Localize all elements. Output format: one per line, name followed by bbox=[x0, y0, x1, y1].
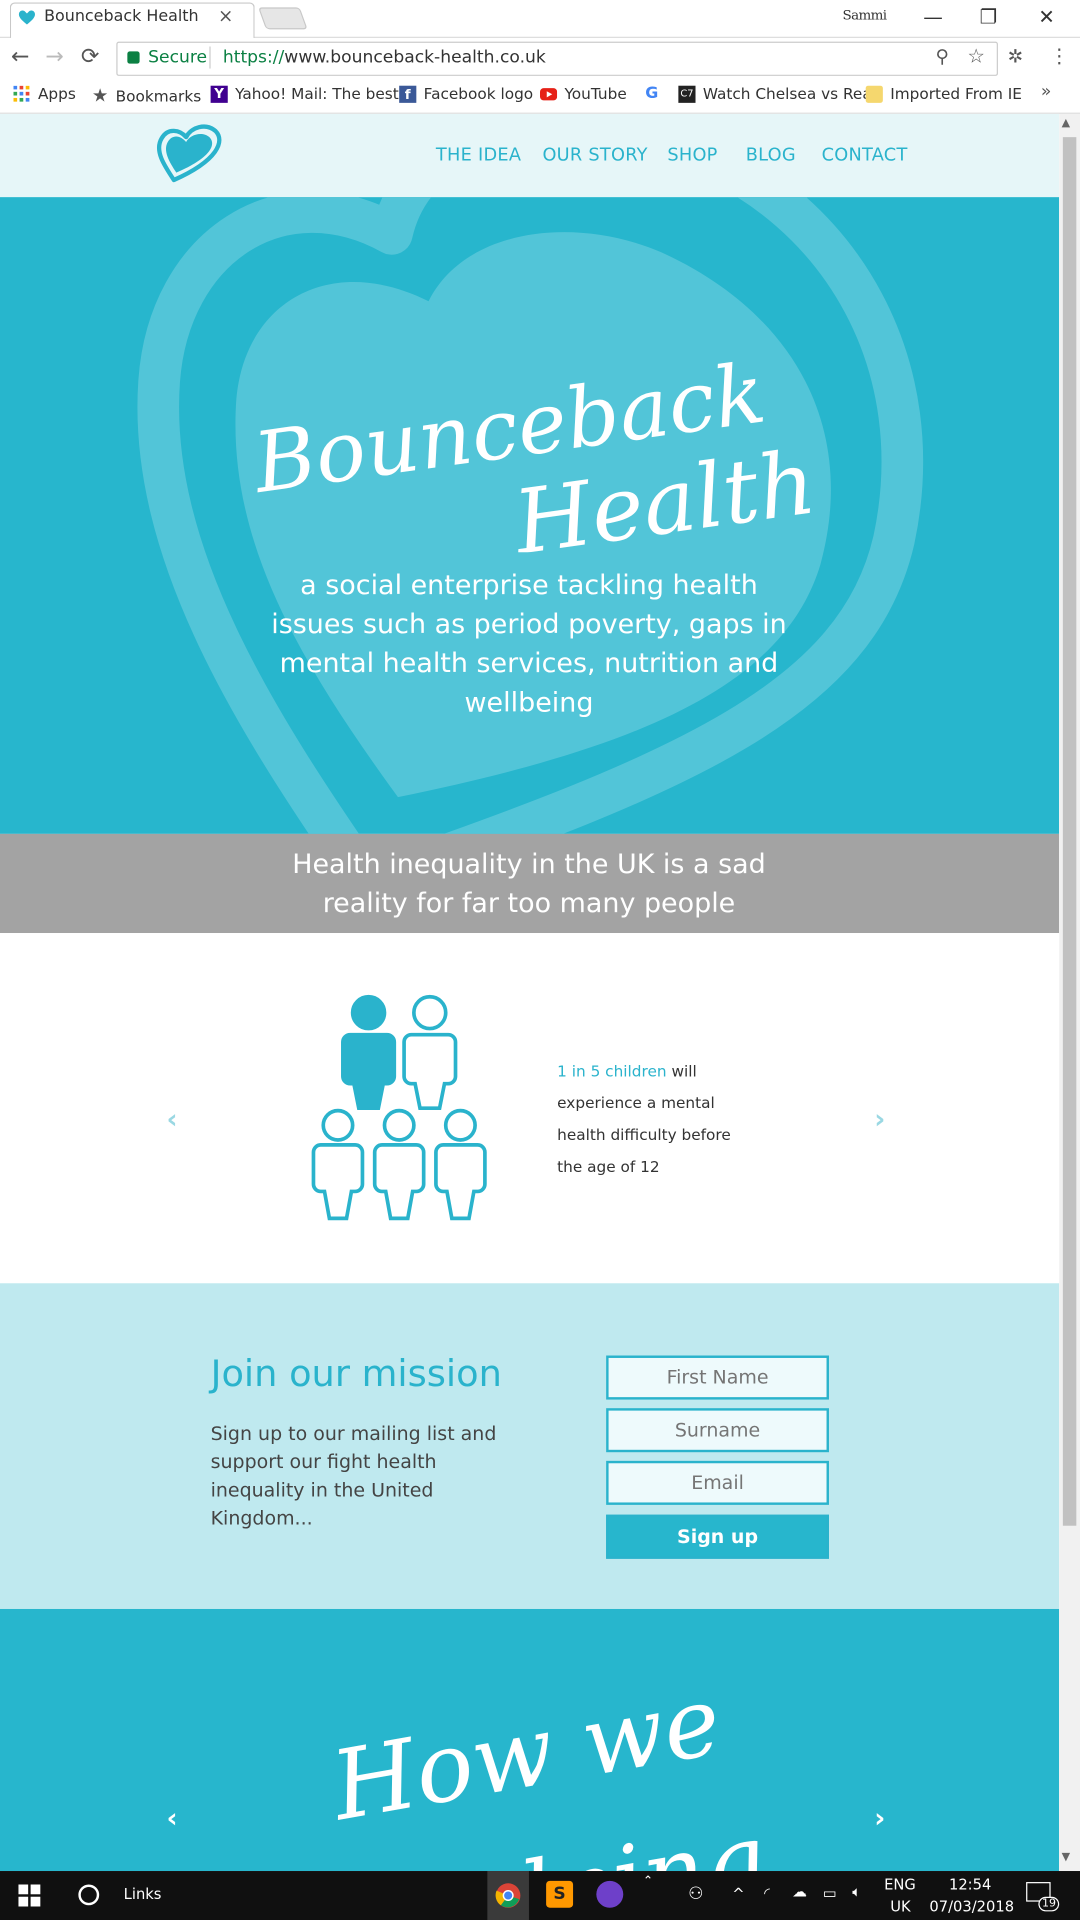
bookmark-label: Apps bbox=[37, 84, 76, 103]
url-host: www.bounceback-health.co.uk bbox=[284, 47, 546, 68]
stat-carousel bbox=[0, 933, 1060, 1284]
forward-icon[interactable]: → bbox=[45, 45, 63, 69]
stat-highlight: 1 in 5 children bbox=[557, 1061, 667, 1081]
carousel-prev-arrow-icon[interactable]: ‹ bbox=[167, 1104, 178, 1135]
children-figures-icon bbox=[311, 994, 487, 1221]
chrome-icon bbox=[495, 1883, 521, 1908]
volume-icon[interactable]: 🔈︎ bbox=[852, 1883, 861, 1901]
cortana-icon[interactable] bbox=[78, 1884, 100, 1906]
apps-grid-icon bbox=[13, 85, 30, 102]
stat-text: 1 in 5 children will experience a mental… bbox=[557, 1056, 741, 1183]
show-hidden-icons-icon[interactable]: ^ bbox=[732, 1886, 744, 1903]
bookmark-star-icon[interactable]: ☆ bbox=[967, 44, 985, 67]
nav-contact[interactable]: CONTACT bbox=[822, 146, 908, 166]
bookmark-label: Watch Chelsea vs Rea bbox=[702, 84, 872, 103]
hero-section: Bounceback Health a social enterprise ta… bbox=[0, 197, 1060, 834]
hero-title: Bounceback Health bbox=[246, 344, 821, 552]
windows-start-icon[interactable] bbox=[18, 1884, 41, 1907]
carousel-next-arrow-icon[interactable]: › bbox=[874, 1104, 885, 1135]
surname-field[interactable] bbox=[606, 1408, 829, 1453]
heart-logo-icon[interactable] bbox=[156, 124, 223, 188]
url-text[interactable]: https://www.bounceback-health.co.uk bbox=[223, 48, 546, 68]
google-icon: G bbox=[645, 84, 659, 103]
scroll-down-icon[interactable]: ▼ bbox=[1062, 1851, 1070, 1863]
onedrive-icon[interactable]: ☁ bbox=[792, 1883, 807, 1900]
windows-taskbar bbox=[0, 1871, 1080, 1920]
star-icon: ★ bbox=[91, 84, 109, 107]
bookmark-facebook[interactable]: f Facebook logo bbox=[399, 84, 534, 103]
bookmark-chelsea[interactable]: C7 Watch Chelsea vs Rea bbox=[678, 84, 872, 103]
nav-the-idea[interactable]: THE IDEA bbox=[436, 146, 521, 166]
join-title: Join our mission bbox=[210, 1353, 502, 1396]
youtube-icon bbox=[540, 87, 558, 100]
sign-up-button[interactable]: Sign up bbox=[606, 1514, 829, 1559]
folder-icon bbox=[865, 85, 883, 103]
url-scheme: https:// bbox=[222, 47, 285, 68]
url-divider bbox=[209, 46, 211, 69]
battery-icon[interactable]: ▭ bbox=[823, 1884, 837, 1901]
page-viewport: THE IDEA OUR STORY SHOP BLOG CONTACT Bou… bbox=[0, 113, 1060, 1872]
scrollbar-thumb[interactable] bbox=[1062, 137, 1077, 1526]
bookmark-youtube[interactable]: YouTube bbox=[540, 84, 627, 103]
bookmark-label: Imported From IE bbox=[890, 84, 1022, 103]
nav-shop[interactable]: SHOP bbox=[667, 146, 717, 166]
profile-name[interactable]: Sammi bbox=[842, 7, 887, 23]
inequality-statement: Health inequality in the UK is a sad rea… bbox=[292, 849, 766, 920]
hero-subtitle: a social enterprise tackling health issu… bbox=[271, 570, 787, 719]
tab-close-icon[interactable]: × bbox=[218, 5, 233, 27]
new-tab-button[interactable] bbox=[258, 7, 308, 30]
notification-count-badge: 19 bbox=[1038, 1896, 1060, 1912]
lock-icon bbox=[127, 51, 140, 64]
nav-our-story[interactable]: OUR STORY bbox=[542, 146, 647, 166]
back-icon[interactable]: ← bbox=[11, 45, 29, 69]
bookmark-imported-folder[interactable]: Imported From IE bbox=[865, 84, 1022, 103]
language-line1[interactable]: ENG bbox=[884, 1876, 916, 1893]
restore-icon[interactable]: ❐ bbox=[980, 5, 998, 28]
reload-icon[interactable]: ⟳ bbox=[81, 45, 99, 69]
zoom-icon[interactable]: ⚲ bbox=[936, 45, 949, 67]
yahoo-icon: Y bbox=[210, 85, 228, 103]
taskbar-scroll-icon[interactable]: ⌃ bbox=[643, 1875, 653, 1888]
secure-label: Secure bbox=[148, 47, 208, 68]
taskbar-search-label[interactable]: Links bbox=[124, 1886, 162, 1903]
clock-time[interactable]: 12:54 bbox=[949, 1876, 991, 1893]
tab-title: Bounceback Health bbox=[44, 7, 199, 26]
email-field[interactable] bbox=[606, 1460, 829, 1505]
how-title: How we helping bbox=[322, 1664, 774, 1871]
heart-favicon-icon bbox=[18, 10, 35, 25]
first-name-field[interactable] bbox=[606, 1355, 829, 1400]
bookmark-apps[interactable]: Apps bbox=[13, 84, 76, 103]
join-description: Sign up to our mailing list and support … bbox=[210, 1422, 497, 1530]
close-window-icon[interactable]: ✕ bbox=[1038, 5, 1054, 28]
bookmark-label: YouTube bbox=[564, 84, 627, 103]
bookmark-google[interactable]: G bbox=[645, 84, 658, 102]
bookmarks-overflow-icon[interactable]: » bbox=[1041, 82, 1052, 102]
facebook-icon: f bbox=[399, 85, 417, 103]
github-desktop-icon[interactable] bbox=[596, 1880, 624, 1908]
scroll-up-icon[interactable]: ▲ bbox=[1062, 118, 1070, 130]
extension-icon[interactable]: ✲ bbox=[1008, 45, 1023, 67]
how-prev-arrow-icon[interactable]: ‹ bbox=[167, 1804, 178, 1835]
wifi-icon[interactable]: ◜ bbox=[764, 1884, 770, 1901]
sublime-text-icon[interactable]: S bbox=[546, 1880, 574, 1908]
bookmark-yahoo[interactable]: Y Yahoo! Mail: The best bbox=[210, 84, 399, 103]
menu-kebab-icon[interactable]: ⋮ bbox=[1049, 44, 1069, 67]
bookmark-bookmarks[interactable]: ★ Bookmarks bbox=[92, 84, 201, 106]
bookmark-label: Facebook logo bbox=[423, 84, 534, 103]
cr7-icon: C7 bbox=[678, 85, 696, 103]
minimize-icon[interactable]: — bbox=[923, 5, 943, 28]
bookmark-label: Yahoo! Mail: The best bbox=[235, 84, 399, 103]
people-icon[interactable]: ⚇ bbox=[688, 1884, 703, 1904]
clock-date[interactable]: 07/03/2018 bbox=[929, 1898, 1014, 1915]
how-next-arrow-icon[interactable]: › bbox=[874, 1804, 885, 1835]
bookmark-label: Bookmarks bbox=[115, 86, 202, 105]
language-line2[interactable]: UK bbox=[890, 1898, 910, 1915]
nav-blog[interactable]: BLOG bbox=[746, 146, 796, 166]
